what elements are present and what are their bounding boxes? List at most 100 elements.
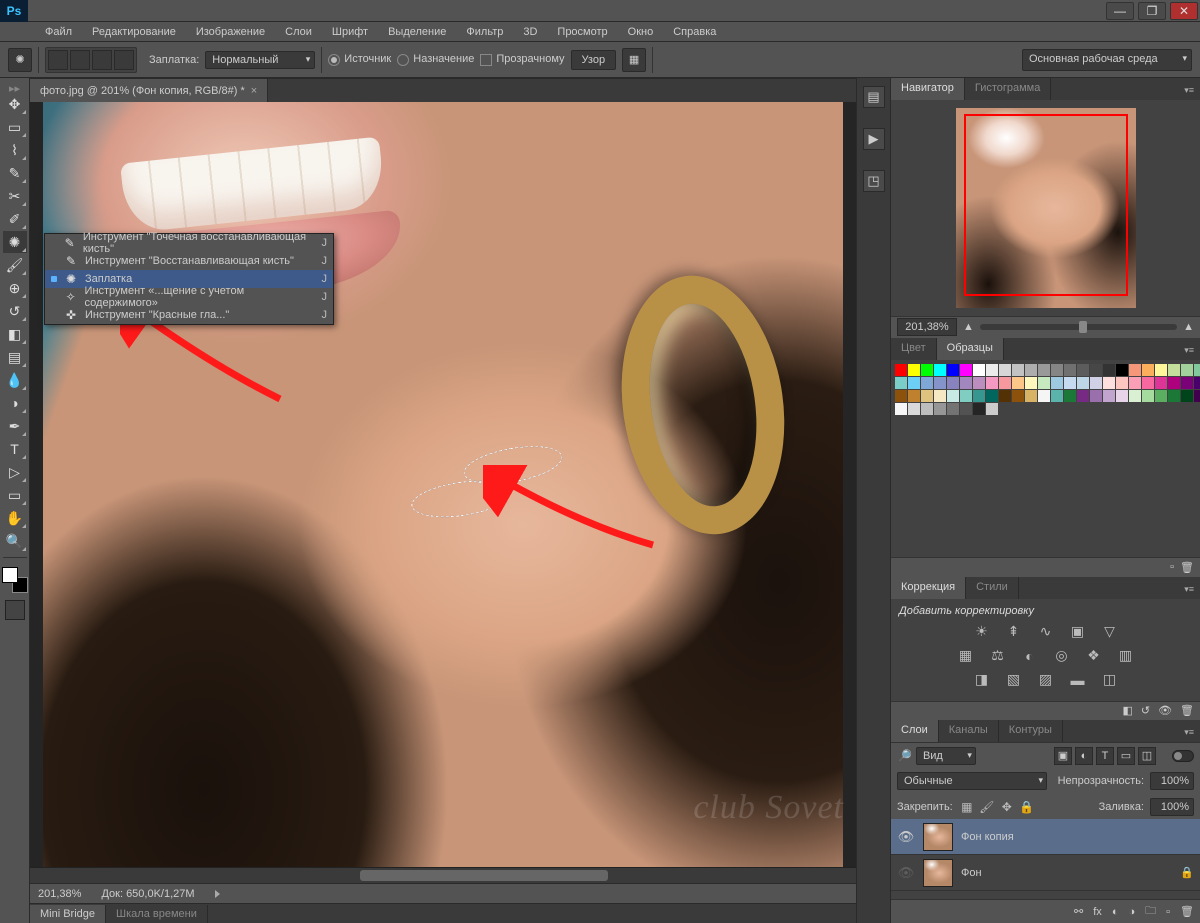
- horizontal-scrollbar[interactable]: [30, 867, 856, 883]
- filter-adjust-icon[interactable]: ◐: [1075, 747, 1093, 765]
- menu-filter[interactable]: Фильтр: [456, 23, 513, 41]
- navigator-menu-icon[interactable]: ▾≡: [1178, 81, 1200, 100]
- swatch[interactable]: [1077, 377, 1089, 389]
- swatch[interactable]: [1129, 364, 1141, 376]
- menu-edit[interactable]: Редактирование: [82, 23, 186, 41]
- swatch[interactable]: [947, 390, 959, 402]
- swatch[interactable]: [1025, 377, 1037, 389]
- swatch[interactable]: [1181, 377, 1193, 389]
- visibility-toggle[interactable]: 👁: [897, 865, 915, 881]
- type-tool[interactable]: T: [3, 438, 27, 460]
- swatch[interactable]: [1025, 390, 1037, 402]
- healing-tool[interactable]: ✺: [3, 231, 27, 253]
- filter-shape-icon[interactable]: ▭: [1117, 747, 1135, 765]
- layer-name[interactable]: Фон копия: [961, 831, 1014, 843]
- new-layer-icon[interactable]: ▫: [1166, 906, 1170, 918]
- selection-new[interactable]: [48, 50, 68, 70]
- source-radio[interactable]: Источник: [328, 53, 391, 65]
- swatch[interactable]: [973, 403, 985, 415]
- history-panel-icon[interactable]: ▤: [863, 86, 885, 108]
- swatch[interactable]: [895, 364, 907, 376]
- swatch[interactable]: [999, 390, 1011, 402]
- swatch[interactable]: [1116, 390, 1128, 402]
- new-group-icon[interactable]: 🗀: [1145, 902, 1156, 921]
- filter-toggle[interactable]: [1172, 750, 1194, 762]
- swatch[interactable]: [921, 364, 933, 376]
- swatch[interactable]: [1155, 377, 1167, 389]
- swatch[interactable]: [973, 390, 985, 402]
- tab-mini-bridge[interactable]: Mini Bridge: [30, 905, 106, 923]
- swatch[interactable]: [908, 403, 920, 415]
- adj-view-icon[interactable]: 👁: [1158, 704, 1172, 717]
- color-swatches[interactable]: [2, 567, 28, 593]
- swatch[interactable]: [1103, 364, 1115, 376]
- lock-all-icon[interactable]: 🔒: [1019, 799, 1035, 815]
- tab-histogram[interactable]: Гистограмма: [965, 78, 1052, 100]
- document-tab[interactable]: фото.jpg @ 201% (Фон копия, RGB/8#) * ×: [30, 79, 268, 103]
- swatch[interactable]: [1194, 377, 1200, 389]
- swatch[interactable]: [1142, 364, 1154, 376]
- swatch[interactable]: [921, 403, 933, 415]
- swatch[interactable]: [895, 377, 907, 389]
- swatch[interactable]: [1012, 377, 1024, 389]
- swatch[interactable]: [934, 364, 946, 376]
- swatch[interactable]: [1012, 364, 1024, 376]
- shape-tool[interactable]: ▭: [3, 484, 27, 506]
- swatch[interactable]: [1103, 390, 1115, 402]
- lock-position-icon[interactable]: ✥: [999, 799, 1015, 815]
- filter-smart-icon[interactable]: ◫: [1138, 747, 1156, 765]
- adj-mixer-icon[interactable]: ❖: [1083, 647, 1105, 665]
- history-brush-tool[interactable]: ↺: [3, 300, 27, 322]
- filter-type-icon[interactable]: T: [1096, 747, 1114, 765]
- swatch[interactable]: [1051, 377, 1063, 389]
- swatch[interactable]: [921, 377, 933, 389]
- flyout-red-eye[interactable]: ✜ Инструмент "Красные гла..." J: [45, 306, 333, 324]
- swatch[interactable]: [960, 364, 972, 376]
- swatch[interactable]: [1051, 364, 1063, 376]
- pattern-button[interactable]: Узор: [571, 50, 617, 70]
- pen-tool[interactable]: ✒: [3, 415, 27, 437]
- patch-mode-select[interactable]: Нормальный: [205, 51, 315, 69]
- swatch[interactable]: [921, 390, 933, 402]
- actions-panel-icon[interactable]: ▶: [863, 128, 885, 150]
- navigator-zoom-slider[interactable]: [980, 324, 1177, 330]
- swatch[interactable]: [895, 390, 907, 402]
- swatch[interactable]: [1168, 390, 1180, 402]
- filter-search-icon[interactable]: 🔎: [897, 749, 912, 763]
- adj-balance-icon[interactable]: ⚖: [987, 647, 1009, 665]
- tool-preset-icon[interactable]: ✺: [8, 48, 32, 72]
- eyedropper-tool[interactable]: ✐: [3, 208, 27, 230]
- swatch[interactable]: [1142, 390, 1154, 402]
- swatch[interactable]: [1025, 364, 1037, 376]
- swatch[interactable]: [973, 364, 985, 376]
- adj-vibrance-icon[interactable]: ▽: [1099, 623, 1121, 641]
- layer-item[interactable]: 👁 Фон 🔒: [891, 855, 1200, 891]
- layer-name[interactable]: Фон: [961, 867, 982, 879]
- swatch[interactable]: [986, 377, 998, 389]
- adj-hue-icon[interactable]: ▦: [955, 647, 977, 665]
- swatch[interactable]: [986, 364, 998, 376]
- menu-type[interactable]: Шрифт: [322, 23, 378, 41]
- navigator-view-box[interactable]: [964, 114, 1128, 296]
- quick-select-tool[interactable]: ✎: [3, 162, 27, 184]
- swatch[interactable]: [999, 377, 1011, 389]
- canvas[interactable]: [43, 102, 843, 867]
- swatch[interactable]: [1168, 377, 1180, 389]
- zoom-tool[interactable]: 🔍: [3, 530, 27, 552]
- swatch[interactable]: [947, 364, 959, 376]
- swatch[interactable]: [895, 403, 907, 415]
- hand-tool[interactable]: ✋: [3, 507, 27, 529]
- move-tool[interactable]: ✥: [3, 93, 27, 115]
- adj-delete-icon[interactable]: 🗑: [1180, 704, 1194, 717]
- filter-pixel-icon[interactable]: ▣: [1054, 747, 1072, 765]
- path-select-tool[interactable]: ▷: [3, 461, 27, 483]
- swatch[interactable]: [960, 377, 972, 389]
- tab-paths[interactable]: Контуры: [999, 720, 1063, 742]
- adj-photo-filter-icon[interactable]: ◎: [1051, 647, 1073, 665]
- selection-subtract[interactable]: [92, 50, 112, 70]
- swatches-menu-icon[interactable]: ▾≡: [1178, 341, 1200, 360]
- gradient-tool[interactable]: ▤: [3, 346, 27, 368]
- brush-tool[interactable]: 🖌: [3, 254, 27, 276]
- adj-levels-icon[interactable]: ⇞: [1003, 623, 1025, 641]
- swatch[interactable]: [1038, 364, 1050, 376]
